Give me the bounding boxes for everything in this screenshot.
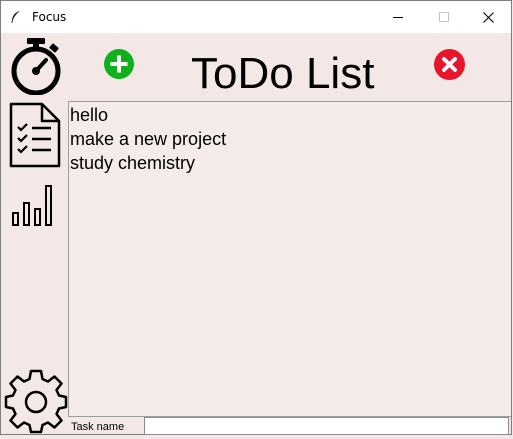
task-listbox[interactable]: hello make a new project study chemistry	[68, 101, 511, 416]
gear-icon[interactable]	[3, 368, 69, 434]
delete-task-button[interactable]	[433, 48, 466, 81]
minimize-button[interactable]	[375, 1, 421, 33]
minimize-icon	[393, 17, 403, 18]
bar-chart-icon[interactable]	[11, 183, 57, 229]
app-window: Focus ToDo List hello make a new project…	[0, 0, 512, 435]
page-title: ToDo List	[191, 49, 375, 98]
list-item[interactable]: hello	[69, 103, 511, 127]
list-item[interactable]: study chemistry	[69, 151, 511, 175]
title-bar: Focus	[1, 1, 511, 33]
add-task-button[interactable]	[103, 48, 135, 80]
close-icon	[482, 11, 494, 23]
checklist-document-icon[interactable]	[9, 102, 61, 168]
maximize-button[interactable]	[421, 1, 467, 33]
plus-circle-icon	[104, 49, 134, 79]
task-entry-row: Task name	[68, 416, 511, 436]
task-name-label: Task name	[71, 421, 125, 433]
maximize-icon	[439, 12, 449, 22]
feather-icon	[9, 10, 23, 24]
close-window-button[interactable]	[465, 1, 511, 33]
window-title: Focus	[32, 10, 67, 24]
task-name-input[interactable]	[144, 417, 509, 435]
stopwatch-icon[interactable]	[8, 37, 64, 96]
x-circle-icon	[434, 49, 465, 80]
list-item[interactable]: make a new project	[69, 127, 511, 151]
